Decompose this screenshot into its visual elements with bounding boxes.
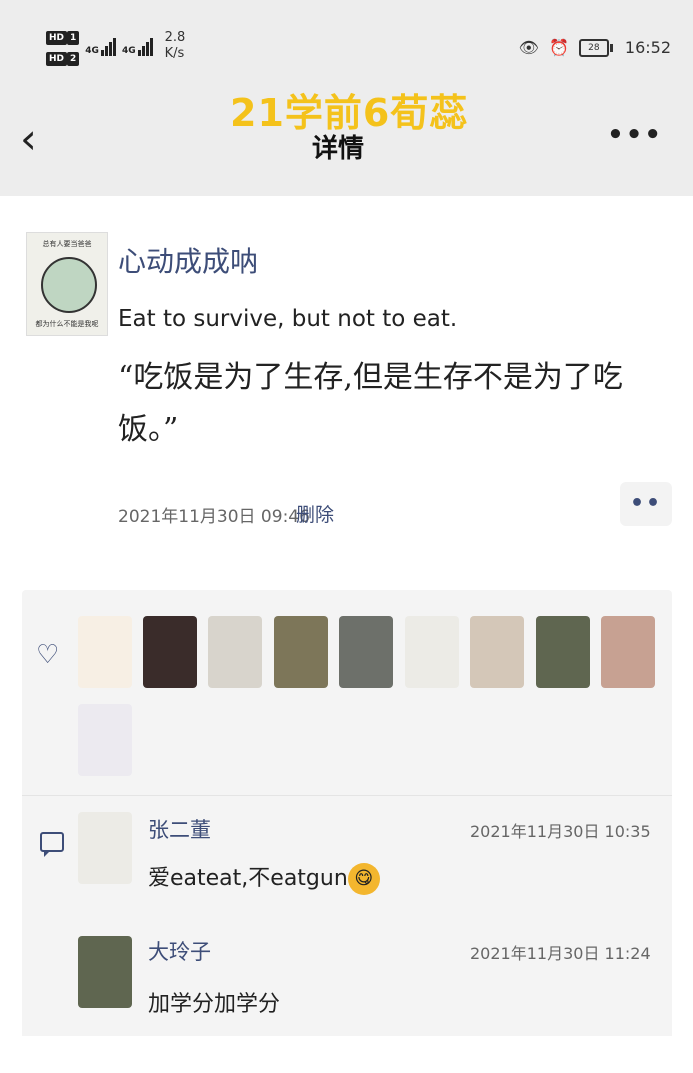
comment-2-avatar[interactable] [78, 936, 132, 1008]
network-speed: 2.8 K/s [165, 30, 186, 62]
like-avatar-5[interactable] [339, 616, 393, 688]
post-text-chinese: “吃饭是为了生存,但是生存不是为了吃饭。” [118, 360, 623, 447]
heart-icon: ♡ [36, 640, 60, 670]
comment-1-time: 2021年11月30日 10:35 [470, 822, 651, 841]
page-title: 详情 [312, 134, 365, 164]
signal-2-icon: 4G [122, 30, 153, 56]
signal-1-label: 4G [85, 46, 99, 56]
hd2-number: 2 [67, 52, 80, 66]
like-avatar-6[interactable] [405, 616, 459, 688]
battery-icon: 28 [578, 38, 613, 57]
comment-2-time: 2021年11月30日 11:24 [470, 944, 651, 963]
smile-emoji-icon: 😋 [347, 863, 380, 895]
post-author-name[interactable]: 心动成成呐 [118, 240, 258, 280]
comment-1-text-body: 爱eateat,不eatgun [148, 866, 348, 891]
comment-1-avatar[interactable] [78, 812, 132, 884]
post-author-avatar[interactable]: 总有人要当爸爸 都为什么不能是我呢 [26, 232, 108, 336]
network-speed-unit: K/s [164, 46, 185, 61]
comment-action-button[interactable]: •• [620, 482, 672, 526]
like-avatar-10[interactable] [78, 704, 132, 776]
post-text-english: Eat to survive, but not to eat. [118, 306, 458, 332]
comment-1-author[interactable]: 张二董 [148, 814, 211, 844]
signal-1-icon: 4G [85, 30, 116, 56]
clock-time: 16:52 [624, 38, 671, 57]
signal-2-label: 4G [121, 46, 136, 56]
post-timestamp: 2021年11月30日 09:46 [118, 507, 310, 527]
hd2-badge: HD [46, 52, 68, 66]
avatar-caption-top: 总有人要当爸爸 [42, 240, 92, 248]
avatar-illustration [41, 257, 97, 313]
comment-2-text: 加学分加学分 [148, 992, 281, 1017]
status-left: HD 1 HD 2 4G 4G 2.8 K/s [46, 30, 185, 66]
like-avatar-3[interactable] [208, 616, 262, 688]
delete-button[interactable]: 删除 [296, 500, 334, 527]
like-avatar-8[interactable] [536, 616, 590, 688]
alarm-icon: ⏰ [548, 38, 569, 57]
back-button[interactable]: ‹ [20, 114, 60, 164]
like-avatar-9[interactable] [601, 616, 655, 688]
comment-2-author[interactable]: 大玲子 [148, 936, 211, 966]
comment-1-text: 爱eateat,不eatgun 😋 [148, 860, 380, 895]
network-speed-value: 2.8 [164, 30, 186, 45]
eye-icon: 👁 [518, 38, 539, 57]
like-avatar-1[interactable] [78, 616, 132, 688]
comment-icon [40, 832, 64, 857]
avatar-caption-bottom: 都为什么不能是我呢 [35, 320, 99, 328]
like-avatar-4[interactable] [274, 616, 328, 688]
like-avatar-7[interactable] [470, 616, 524, 688]
status-right: 👁 ⏰ 28 16:52 [519, 38, 671, 57]
hd1-badge: HD [46, 31, 68, 45]
like-avatar-2[interactable] [143, 616, 197, 688]
status-bar: HD 1 HD 2 4G 4G 2.8 K/s 👁 ⏰ 28 16:52 [0, 0, 693, 80]
hd-indicators: HD 1 HD 2 [46, 30, 80, 66]
hd1-number: 1 [67, 31, 80, 45]
more-options-button[interactable]: ••• [607, 120, 663, 150]
